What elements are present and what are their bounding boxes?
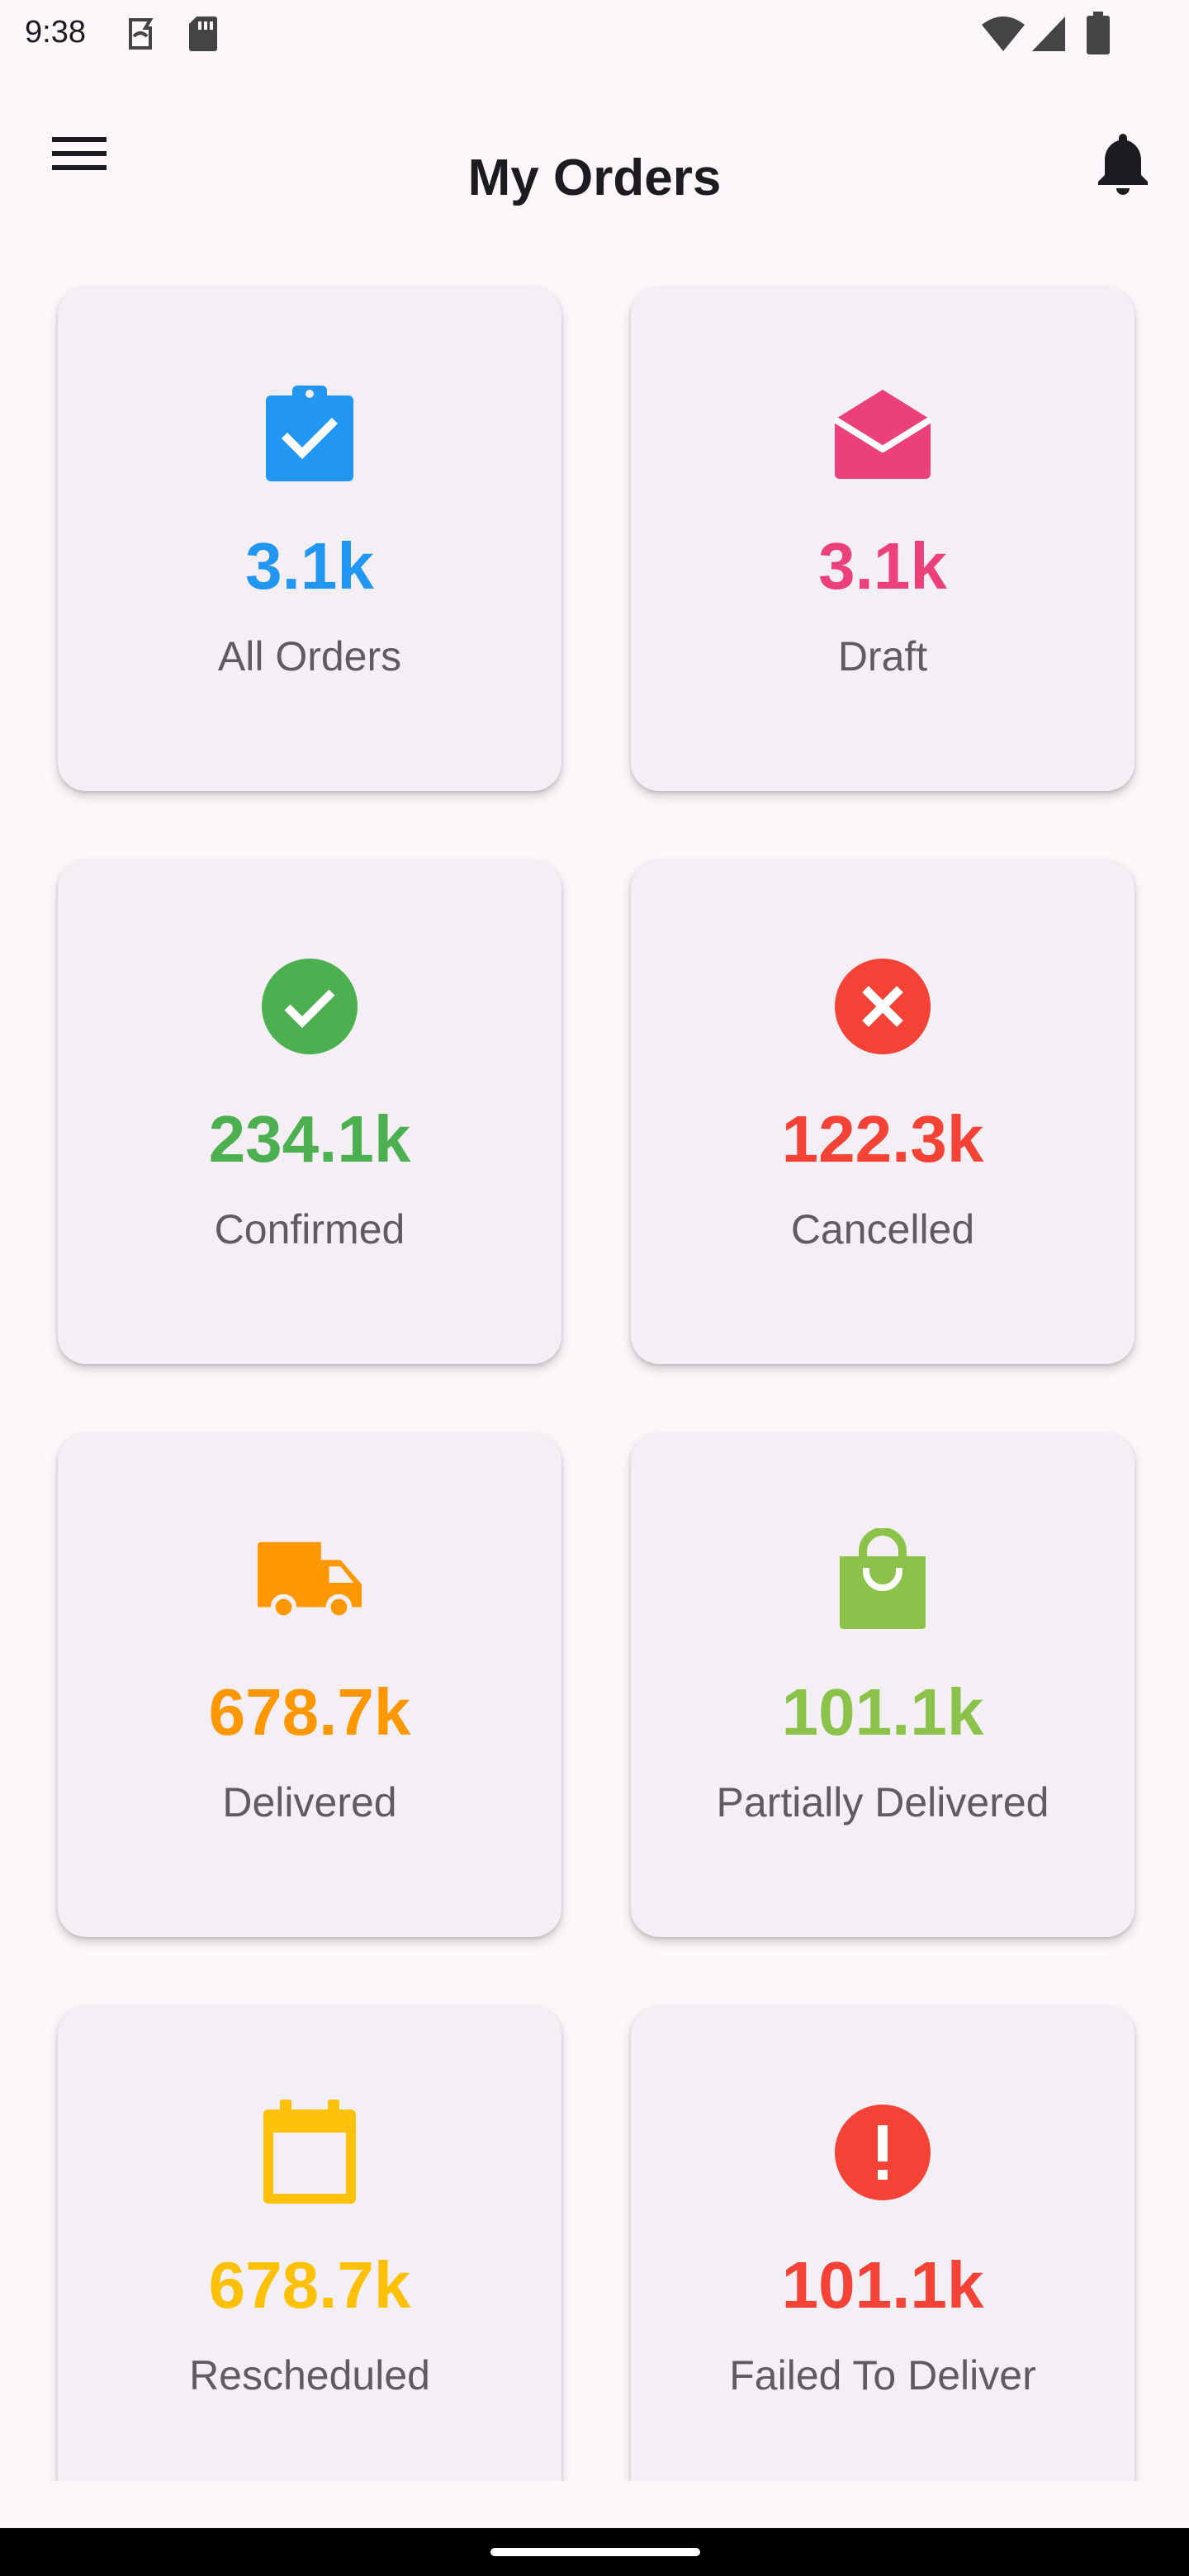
sim-toolkit-icon xyxy=(129,18,154,50)
card-cancelled[interactable]: 122.3k Cancelled xyxy=(631,860,1135,1364)
card-label: Confirmed xyxy=(214,1206,405,1252)
orders-content: 3.1k All Orders 3.1k Draft 234.1k Confir… xyxy=(0,248,1189,2481)
clipboard-check-icon xyxy=(256,380,363,487)
error-circle-icon xyxy=(829,2099,936,2206)
card-label: Partially Delivered xyxy=(716,1779,1049,1825)
home-gesture-handle[interactable] xyxy=(490,2548,700,2556)
order-stats-grid: 3.1k All Orders 3.1k Draft 234.1k Confir… xyxy=(58,287,1135,2481)
card-value: 3.1k xyxy=(245,529,374,603)
card-label: Cancelled xyxy=(790,1206,975,1252)
battery-icon xyxy=(1087,12,1110,54)
card-failed-to-deliver[interactable]: 101.1k Failed To Deliver xyxy=(631,2006,1135,2481)
truck-icon xyxy=(256,1526,363,1633)
card-label: Draft xyxy=(837,633,928,680)
shopping-bag-icon xyxy=(829,1526,936,1633)
wifi-icon xyxy=(982,17,1025,51)
card-value: 3.1k xyxy=(818,529,947,603)
card-all-orders[interactable]: 3.1k All Orders xyxy=(58,287,561,791)
card-partially-delivered[interactable]: 101.1k Partially Delivered xyxy=(631,1433,1135,1937)
card-label: All Orders xyxy=(217,633,402,680)
status-bar: 9:38 xyxy=(0,0,1189,69)
card-delivered[interactable]: 678.7k Delivered xyxy=(58,1433,561,1937)
card-label: Failed To Deliver xyxy=(729,2352,1036,2398)
card-value: 122.3k xyxy=(781,1102,984,1176)
cellular-signal-icon xyxy=(1032,17,1065,51)
card-value: 234.1k xyxy=(208,1102,411,1176)
calendar-icon xyxy=(256,2099,363,2206)
page-title: My Orders xyxy=(467,149,722,206)
card-value: 101.1k xyxy=(781,1675,984,1749)
app-bar: My Orders xyxy=(0,99,1189,264)
card-draft[interactable]: 3.1k Draft xyxy=(631,287,1135,791)
check-circle-icon xyxy=(256,953,363,1060)
open-envelope-icon xyxy=(829,380,936,487)
card-label: Rescheduled xyxy=(189,2352,430,2398)
card-confirmed[interactable]: 234.1k Confirmed xyxy=(58,860,561,1364)
status-time: 9:38 xyxy=(25,15,86,50)
card-label: Delivered xyxy=(222,1779,397,1825)
bell-icon xyxy=(1098,134,1148,195)
notifications-button[interactable] xyxy=(1082,119,1164,210)
sd-card-icon xyxy=(189,17,217,51)
cancel-circle-icon xyxy=(829,953,936,1060)
card-rescheduled[interactable]: 678.7k Rescheduled xyxy=(58,2006,561,2481)
card-value: 678.7k xyxy=(208,1675,411,1749)
card-value: 678.7k xyxy=(208,2248,411,2322)
card-value: 101.1k xyxy=(781,2248,984,2322)
